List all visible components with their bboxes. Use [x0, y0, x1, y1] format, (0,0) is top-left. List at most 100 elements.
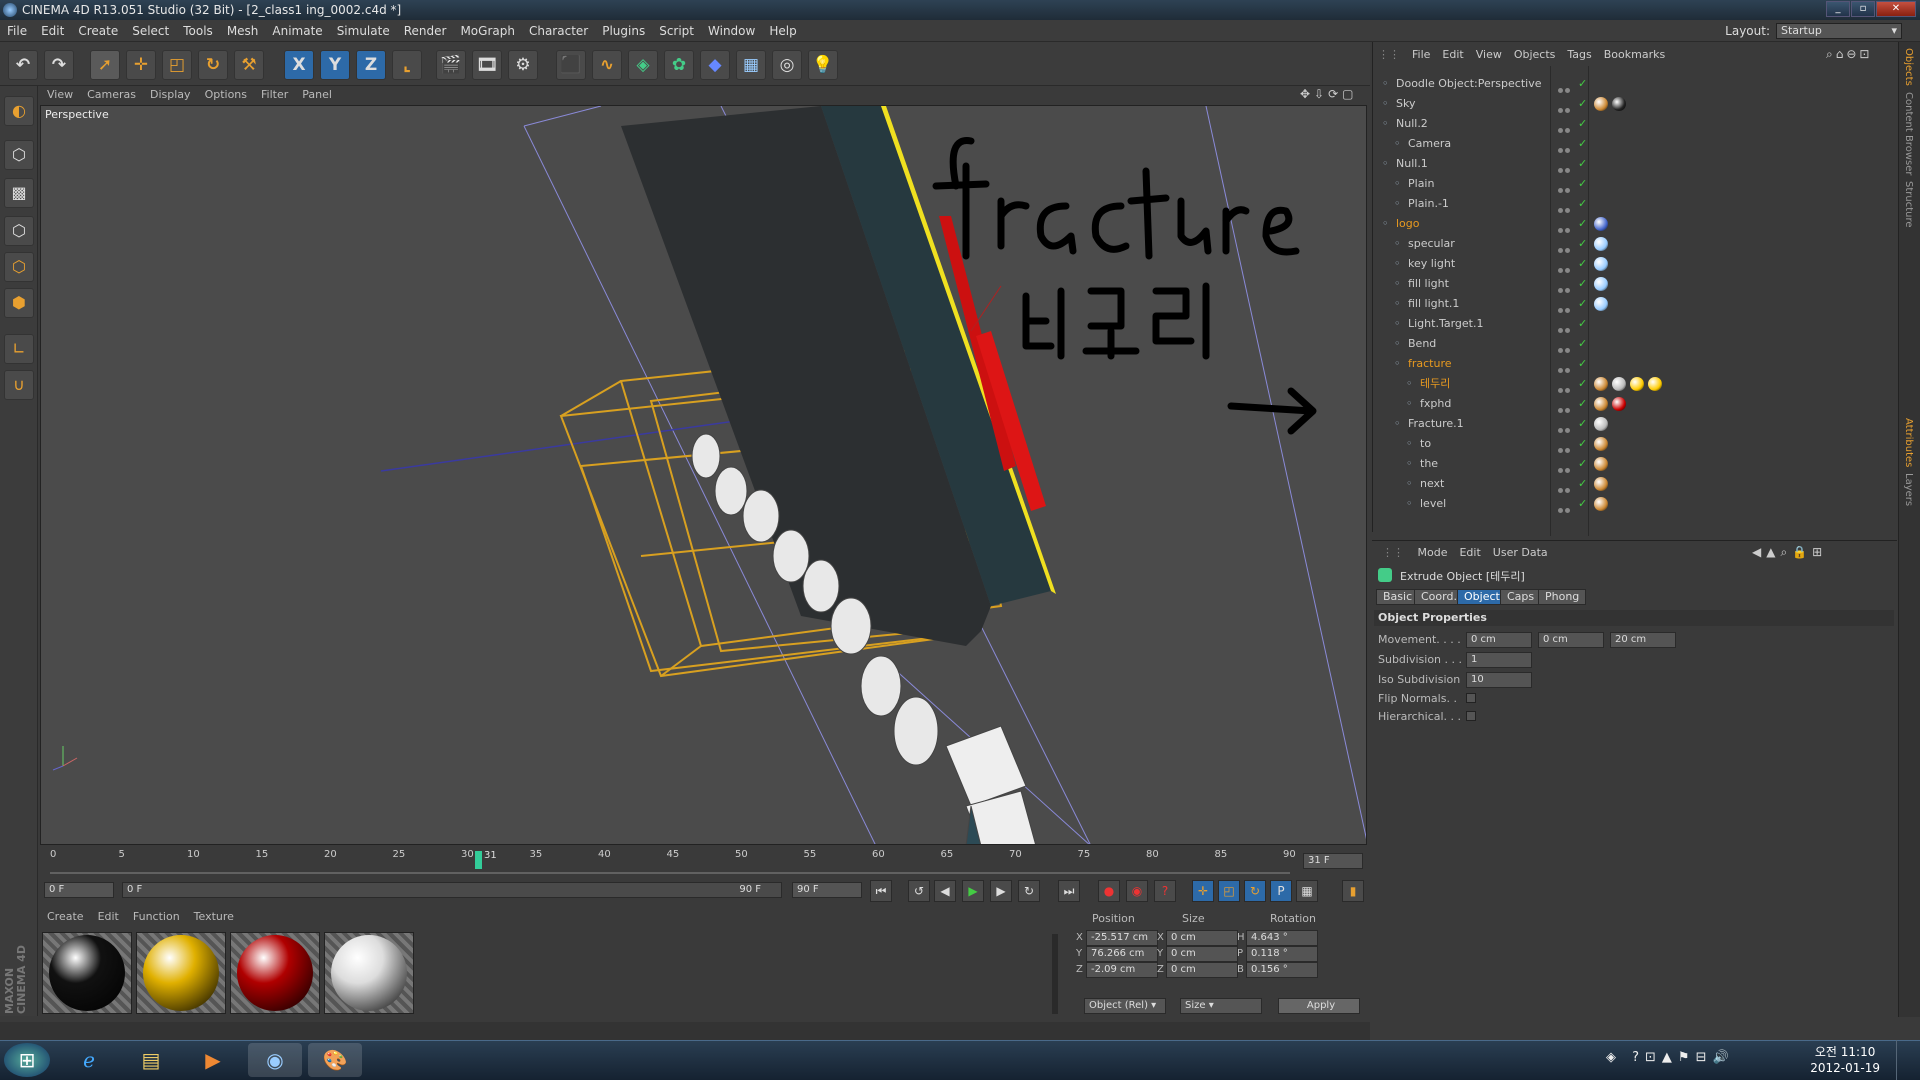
material-swatch[interactable] — [324, 932, 414, 1014]
size-field[interactable]: 0 cm — [1166, 930, 1238, 946]
key-pla-button[interactable]: ▦ — [1296, 880, 1318, 902]
render-picture-viewer-button[interactable]: 🎞 — [472, 50, 502, 80]
3d-viewport[interactable]: Perspective — [40, 105, 1367, 845]
enable-check-icon[interactable]: ✓ — [1578, 314, 1587, 334]
timeline-ruler[interactable]: 0 5 10 15 20 25 30 35 40 45 50 55 60 65 70 75 80 85 90 31 … — [40, 847, 1367, 877]
enable-check-icon[interactable]: ✓ — [1578, 354, 1587, 374]
visibility-dots[interactable] — [1558, 240, 1572, 253]
visibility-dots[interactable] — [1558, 120, 1572, 133]
obj-menu-bookmarks[interactable]: Bookmarks — [1598, 46, 1671, 64]
frame-range-slider[interactable]: 0 F 90 F — [122, 882, 782, 898]
mat-menu-function[interactable]: Function — [126, 908, 187, 926]
undo-button[interactable]: ↶ — [8, 50, 38, 80]
visibility-dots[interactable] — [1558, 480, 1572, 493]
flip-normals-checkbox[interactable] — [1466, 693, 1476, 703]
obj-menu-edit[interactable]: Edit — [1436, 46, 1469, 64]
menu-plugins[interactable]: Plugins — [595, 20, 652, 42]
object-tag-icon[interactable] — [1612, 397, 1626, 411]
enable-check-icon[interactable]: ✓ — [1578, 394, 1587, 414]
enable-check-icon[interactable]: ✓ — [1578, 334, 1587, 354]
size-field[interactable]: 0 cm — [1166, 962, 1238, 978]
edges-mode-button[interactable]: ⬡ — [4, 252, 34, 282]
object-row[interactable]: ◦ fill light.1 ✓ — [1378, 294, 1890, 314]
menu-mesh[interactable]: Mesh — [220, 20, 266, 42]
next-key-button[interactable]: ↻ — [1018, 880, 1040, 902]
iso-subdivision-field[interactable]: 10 — [1466, 672, 1532, 688]
start-button[interactable]: ⊞ — [4, 1043, 50, 1077]
axis-y-button[interactable]: Y — [320, 50, 350, 80]
object-row[interactable]: ◦ 테두리 ✓ — [1378, 374, 1890, 394]
object-row[interactable]: ◦ Fracture.1 ✓ — [1378, 414, 1890, 434]
show-desktop-button[interactable] — [1896, 1040, 1920, 1080]
visibility-dots[interactable] — [1558, 380, 1572, 393]
object-row[interactable]: ◦ fracture ✓ — [1378, 354, 1890, 374]
movement-y-field[interactable]: 0 cm — [1538, 632, 1604, 648]
menu-file[interactable]: File — [0, 20, 34, 42]
menu-mograph[interactable]: MoGraph — [453, 20, 522, 42]
texture-mode-button[interactable]: ▩ — [4, 178, 34, 208]
enable-check-icon[interactable]: ✓ — [1578, 74, 1587, 94]
obj-menu-file[interactable]: File — [1406, 46, 1436, 64]
coordinate-system-button[interactable]: ⌞ — [392, 50, 422, 80]
key-position-button[interactable]: ✛ — [1192, 880, 1214, 902]
enable-check-icon[interactable]: ✓ — [1578, 174, 1587, 194]
enable-check-icon[interactable]: ✓ — [1578, 194, 1587, 214]
polygons-mode-button[interactable]: ⬢ — [4, 288, 34, 318]
previous-key-button[interactable]: ↺ — [908, 880, 930, 902]
object-row[interactable]: ◦ key light ✓ — [1378, 254, 1890, 274]
points-mode-button[interactable]: ⬡ — [4, 216, 34, 246]
object-row[interactable]: ◦ to ✓ — [1378, 434, 1890, 454]
end-frame-field[interactable]: 90 F — [792, 882, 862, 898]
deformer-button[interactable]: ◆ — [700, 50, 730, 80]
visibility-dots[interactable] — [1558, 280, 1572, 293]
layout-select[interactable]: Startup ▾ — [1776, 23, 1902, 39]
coordinate-mode-select[interactable]: Object (Rel) ▾ — [1084, 998, 1166, 1014]
taskbar-ie[interactable]: ℯ — [62, 1043, 116, 1077]
axis-z-button[interactable]: Z — [356, 50, 386, 80]
model-mode-button[interactable]: ◐ — [4, 96, 34, 126]
enable-check-icon[interactable]: ✓ — [1578, 94, 1587, 114]
visibility-dots[interactable] — [1558, 460, 1572, 473]
rotate-tool-button[interactable]: ↻ — [198, 50, 228, 80]
visibility-dots[interactable] — [1558, 320, 1572, 333]
enable-check-icon[interactable]: ✓ — [1578, 214, 1587, 234]
menu-window[interactable]: Window — [701, 20, 762, 42]
tab-caps[interactable]: Caps — [1500, 589, 1542, 605]
close-button[interactable]: ✕ — [1876, 1, 1916, 17]
cube-primitive-button[interactable]: ⬛ — [556, 50, 586, 80]
menu-character[interactable]: Character — [522, 20, 595, 42]
object-row[interactable]: ◦ fill light ✓ — [1378, 274, 1890, 294]
vp-menu-view[interactable]: View — [40, 86, 80, 104]
visibility-dots[interactable] — [1558, 420, 1572, 433]
obj-menu-objects[interactable]: Objects — [1508, 46, 1562, 64]
enable-check-icon[interactable]: ✓ — [1578, 494, 1587, 514]
visibility-dots[interactable] — [1558, 140, 1572, 153]
play-button[interactable]: ▶ — [962, 880, 984, 902]
scale-tool-button[interactable]: ◰ — [162, 50, 192, 80]
object-tag-icon[interactable] — [1594, 257, 1608, 271]
object-row[interactable]: ◦ level ✓ — [1378, 494, 1890, 514]
enable-check-icon[interactable]: ✓ — [1578, 134, 1587, 154]
rotation-field[interactable]: 0.156 ° — [1246, 962, 1318, 978]
timeline-layout-button[interactable]: ▮ — [1342, 880, 1364, 902]
menu-edit[interactable]: Edit — [34, 20, 71, 42]
render-view-button[interactable]: 🎬 — [436, 50, 466, 80]
object-tag-icon[interactable] — [1648, 377, 1662, 391]
material-scrollbar[interactable] — [1052, 934, 1058, 1014]
object-row[interactable]: ◦ next ✓ — [1378, 474, 1890, 494]
object-row[interactable]: ◦ Sky ✓ — [1378, 94, 1890, 114]
taskbar-paint[interactable]: 🎨 — [308, 1043, 362, 1077]
object-row[interactable]: ◦ fxphd ✓ — [1378, 394, 1890, 414]
enable-check-icon[interactable]: ✓ — [1578, 234, 1587, 254]
object-tag-icon[interactable] — [1594, 417, 1608, 431]
apply-button[interactable]: Apply — [1278, 998, 1360, 1014]
object-tag-icon[interactable] — [1594, 397, 1608, 411]
visibility-dots[interactable] — [1558, 200, 1572, 213]
keyframe-selection-button[interactable]: ? — [1154, 880, 1176, 902]
movement-z-field[interactable]: 20 cm — [1610, 632, 1676, 648]
mat-menu-texture[interactable]: Texture — [187, 908, 241, 926]
autokey-button[interactable]: ◉ — [1126, 880, 1148, 902]
attr-menu-user-data[interactable]: User Data — [1487, 544, 1554, 562]
spline-button[interactable]: ∿ — [592, 50, 622, 80]
visibility-dots[interactable] — [1558, 160, 1572, 173]
